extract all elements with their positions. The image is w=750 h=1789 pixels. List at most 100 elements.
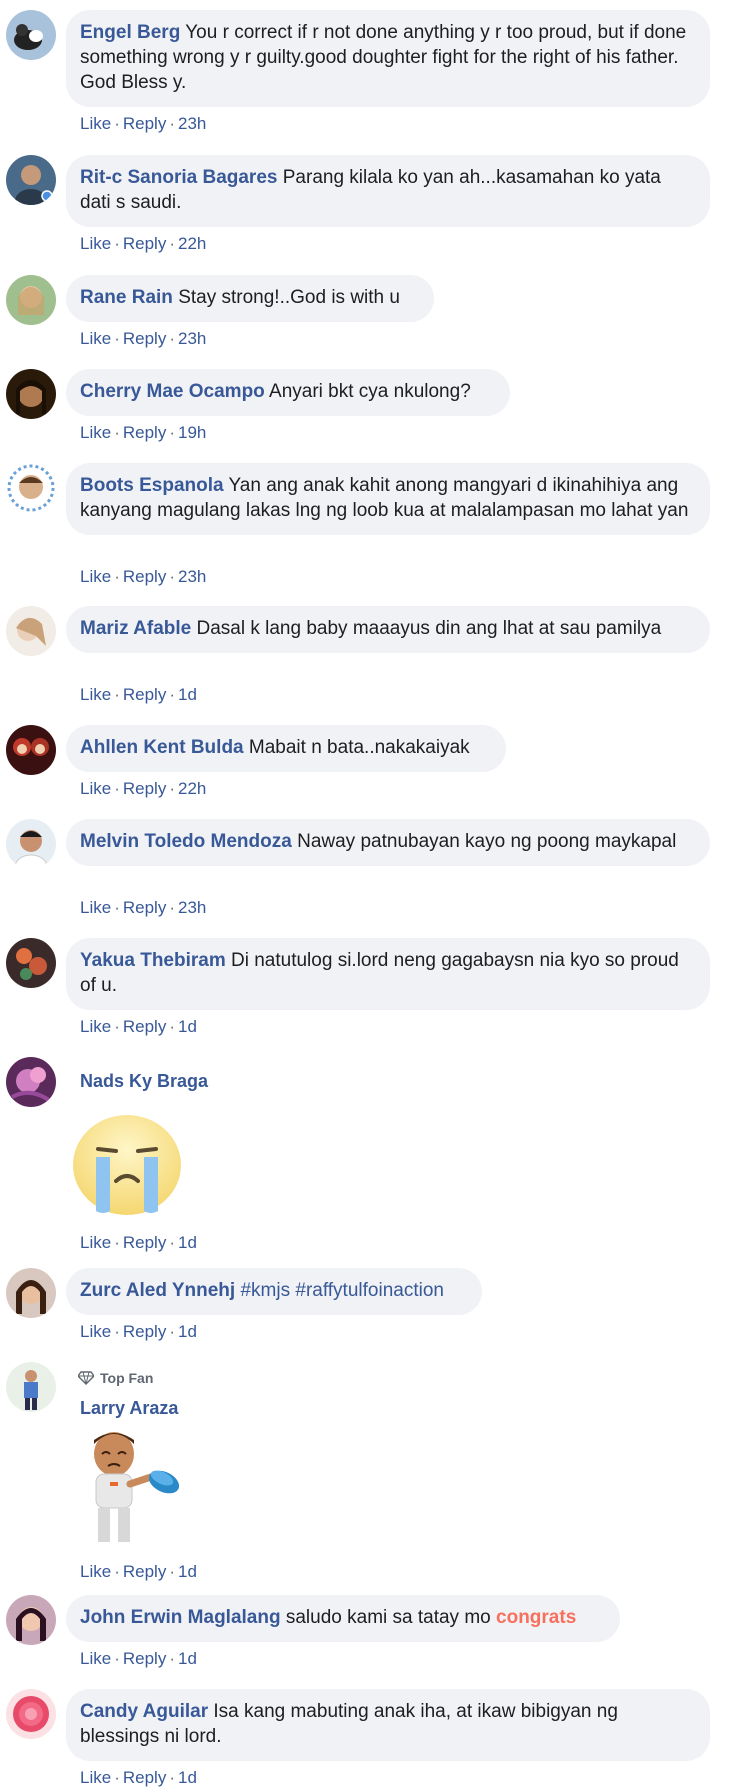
reply-link[interactable]: Reply [123,234,166,253]
comment-bubble: Engel Berg You r correct if r not done a… [66,10,710,107]
reply-link[interactable]: Reply [123,329,166,348]
like-link[interactable]: Like [80,114,111,133]
comment-text: Anyari bkt cya nkulong? [269,381,471,402]
like-link[interactable]: Like [80,1322,111,1341]
comment-author[interactable]: Candy Aguilar [80,1701,208,1722]
comment-author[interactable]: Nads Ky Braga [80,1071,208,1092]
like-link[interactable]: Like [80,1017,111,1036]
timestamp[interactable]: 1d [178,1562,197,1581]
reply-link[interactable]: Reply [123,1649,166,1668]
avatar[interactable] [6,819,56,869]
avatar[interactable] [6,938,56,988]
avatar[interactable] [6,1268,56,1318]
avatar[interactable] [6,155,56,205]
comment-actions: Like · Reply · 23h [80,898,207,917]
comment-list: Engel Berg You r correct if r not done a… [0,0,750,1789]
comment-author[interactable]: Boots Espanola [80,475,224,496]
timestamp[interactable]: 23h [178,567,206,586]
hashtag-links[interactable]: #kmjs #raffytulfoinaction [240,1280,443,1301]
comment-bubble: Rit-c Sanoria Bagares Parang kilala ko y… [66,155,710,227]
comment-author[interactable]: Ahllen Kent Bulda [80,737,244,758]
timestamp[interactable]: 1d [178,1233,197,1252]
reply-link[interactable]: Reply [123,779,166,798]
like-link[interactable]: Like [80,1768,111,1787]
reply-link[interactable]: Reply [123,1768,166,1787]
timestamp[interactable]: 19h [178,423,206,442]
comment-author[interactable]: John Erwin Maglalang [80,1607,281,1628]
avatar[interactable] [6,463,56,513]
comment-bubble: Mariz Afable Dasal k lang baby maaayus d… [66,606,710,653]
comment-author[interactable]: Rit-c Sanoria Bagares [80,167,277,188]
comment-actions: Like · Reply · 23h [80,329,207,348]
reply-link[interactable]: Reply [123,685,166,704]
timestamp[interactable]: 22h [178,234,206,253]
timestamp[interactable]: 22h [178,779,206,798]
timestamp[interactable]: 1d [178,1017,197,1036]
comment-author[interactable]: Cherry Mae Ocampo [80,381,265,402]
comment-bubble: Candy Aguilar Isa kang mabuting anak iha… [66,1689,710,1761]
comment-bubble: Yakua Thebiram Di natutulog si.lord neng… [66,938,710,1010]
comment-actions: Like · Reply · 19h [80,423,207,442]
comment-actions: Like · Reply · 23h [80,114,207,133]
like-link[interactable]: Like [80,423,111,442]
diamond-icon [78,1371,94,1385]
crying-man-bowl-sticker [76,1426,182,1550]
reply-link[interactable]: Reply [123,1017,166,1036]
timestamp[interactable]: 23h [178,898,206,917]
reply-link[interactable]: Reply [123,1233,166,1252]
comment-text: saludo kami sa tatay mo [285,1607,491,1628]
like-link[interactable]: Like [80,329,111,348]
comment-text: Stay strong!..God is with u [178,287,400,308]
timestamp[interactable]: 23h [178,114,206,133]
reply-link[interactable]: Reply [123,898,166,917]
comment-author[interactable]: Yakua Thebiram [80,950,226,971]
comment-actions: Like · Reply · 1d [80,1649,197,1668]
reply-link[interactable]: Reply [123,567,166,586]
reply-link[interactable]: Reply [123,423,166,442]
like-link[interactable]: Like [80,1649,111,1668]
comment-bubble: John Erwin Maglalang saludo kami sa tata… [66,1595,620,1642]
timestamp[interactable]: 1d [178,1649,197,1668]
like-link[interactable]: Like [80,898,111,917]
like-link[interactable]: Like [80,685,111,704]
comment-author[interactable]: Zurc Aled Ynnehj [80,1280,235,1301]
timestamp[interactable]: 1d [178,1322,197,1341]
like-link[interactable]: Like [80,1233,111,1252]
comment-actions: Like · Reply · 1d [80,1768,197,1787]
comment-author[interactable]: Rane Rain [80,287,173,308]
comment-bubble: Rane Rain Stay strong!..God is with u [66,275,434,322]
timestamp[interactable]: 23h [178,329,206,348]
crying-face-sticker [70,1113,184,1217]
comment-bubble: Ahllen Kent Bulda Mabait n bata..nakakai… [66,725,506,772]
avatar[interactable] [6,1689,56,1739]
avatar[interactable] [6,369,56,419]
timestamp[interactable]: 1d [178,1768,197,1787]
comment-actions: Like · Reply · 1d [80,1562,197,1581]
comment-actions: Like · Reply · 1d [80,1322,197,1341]
avatar[interactable] [6,606,56,656]
comment-text: Naway patnubayan kayo ng poong maykapal [297,831,677,852]
avatar[interactable] [6,10,56,60]
like-link[interactable]: Like [80,779,111,798]
avatar[interactable] [6,1595,56,1645]
like-link[interactable]: Like [80,567,111,586]
reply-link[interactable]: Reply [123,1322,166,1341]
avatar[interactable] [6,275,56,325]
like-link[interactable]: Like [80,1562,111,1581]
comment-author[interactable]: Larry Araza [80,1398,178,1419]
avatar[interactable] [6,725,56,775]
comment-actions: Like · Reply · 1d [80,685,197,704]
congrats-highlight[interactable]: congrats [496,1607,576,1628]
comment-actions: Like · Reply · 1d [80,1233,197,1252]
like-link[interactable]: Like [80,234,111,253]
avatar[interactable] [6,1057,56,1107]
avatar[interactable] [6,1362,56,1412]
reply-link[interactable]: Reply [123,1562,166,1581]
comment-author[interactable]: Engel Berg [80,22,180,43]
reply-link[interactable]: Reply [123,114,166,133]
comment-bubble: Cherry Mae Ocampo Anyari bkt cya nkulong… [66,369,510,416]
timestamp[interactable]: 1d [178,685,197,704]
comment-author[interactable]: Mariz Afable [80,618,191,639]
top-fan-badge[interactable]: Top Fan [78,1370,153,1386]
comment-author[interactable]: Melvin Toledo Mendoza [80,831,292,852]
